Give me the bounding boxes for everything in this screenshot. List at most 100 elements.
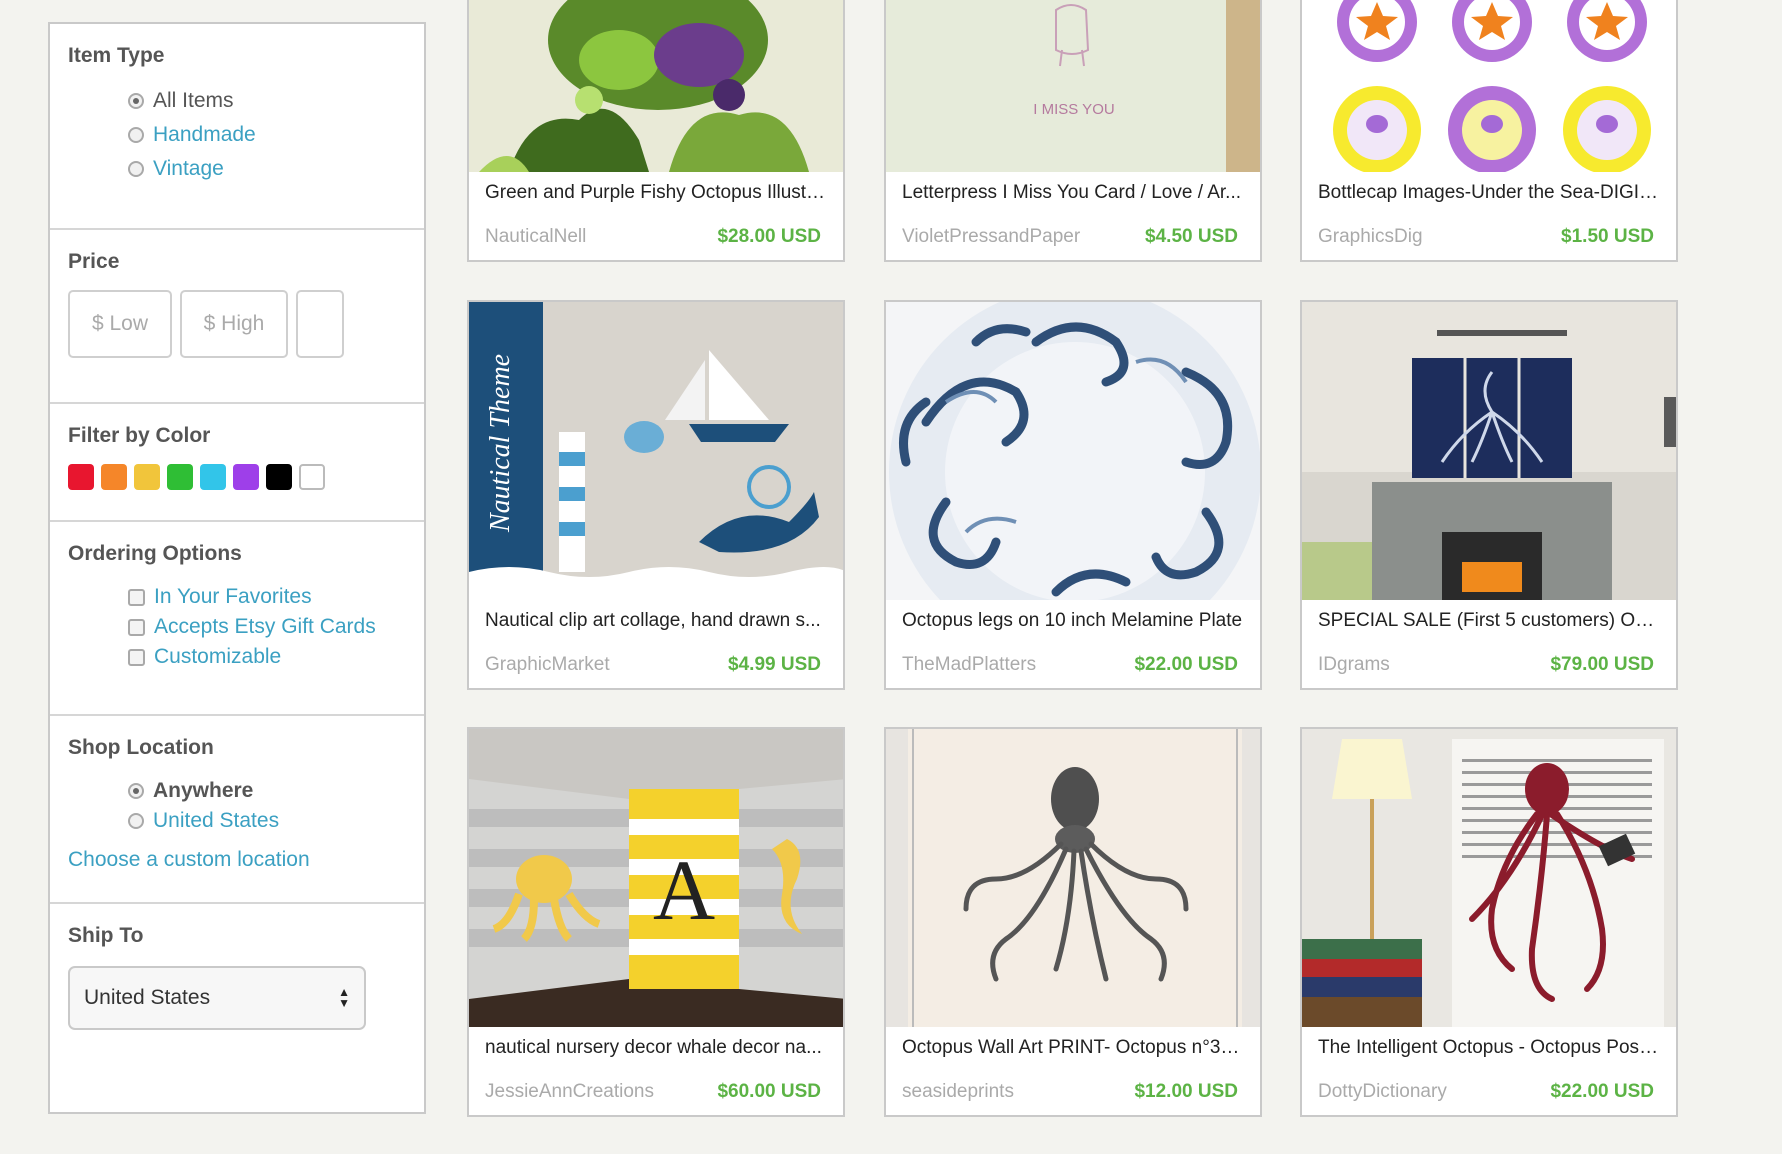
item-type-title: Item Type <box>68 44 165 67</box>
filter-sidebar: Item Type All Items Handmade Vintage Pri… <box>48 22 426 1114</box>
ordering-section: Ordering Options In Your Favorites Accep… <box>50 522 424 716</box>
checkbox[interactable] <box>128 618 145 636</box>
listing-title[interactable]: Octopus legs on 10 inch Melamine Plate <box>886 600 1260 642</box>
color-swatch[interactable] <box>299 464 325 490</box>
location-us-option[interactable]: United States <box>128 806 406 836</box>
option-label[interactable]: Accepts Etsy Gift Cards <box>154 615 376 639</box>
listing-image[interactable] <box>1302 729 1676 1027</box>
shop-name[interactable]: IDgrams <box>1318 642 1390 688</box>
listing-image[interactable]: Nautical Theme <box>469 302 843 600</box>
ship-to-select[interactable]: United States ▲ ▼ <box>68 966 366 1030</box>
listing-image[interactable]: I MISS YOU <box>886 0 1260 172</box>
listing-title[interactable]: Green and Purple Fishy Octopus Illustr..… <box>469 172 843 214</box>
radio-button[interactable] <box>128 93 144 109</box>
listing-card[interactable]: Green and Purple Fishy Octopus Illustr..… <box>467 0 845 262</box>
color-swatch[interactable] <box>200 464 226 490</box>
shop-name[interactable]: JessieAnnCreations <box>485 1069 654 1115</box>
card-image-text: A <box>653 842 715 938</box>
shop-name[interactable]: seasideprints <box>902 1069 1014 1115</box>
listing-title[interactable]: SPECIAL SALE (First 5 customers) Oct... <box>1302 600 1676 642</box>
listing-card[interactable]: I MISS YOU Letterpress I Miss You Card /… <box>884 0 1262 262</box>
listing-card[interactable]: Nautical Theme Nautical clip art collage… <box>467 300 845 690</box>
radio-button[interactable] <box>128 161 144 177</box>
price-title: Price <box>68 250 120 273</box>
listing-price: $1.50 USD <box>1561 226 1654 247</box>
shop-location-section: Shop Location Anywhere United States Cho… <box>50 716 424 904</box>
listing-price: $22.00 USD <box>1134 654 1238 675</box>
color-swatch[interactable] <box>101 464 127 490</box>
option-label: All Items <box>153 89 234 112</box>
listing-image[interactable] <box>886 302 1260 600</box>
listing-image[interactable] <box>1302 0 1676 172</box>
option-label: Anywhere <box>153 779 254 802</box>
ship-to-title: Ship To <box>68 924 144 947</box>
listing-title[interactable]: Bottlecap Images-Under the Sea-DIGIT... <box>1302 172 1676 214</box>
listing-price: $28.00 USD <box>717 226 821 247</box>
item-type-handmade-option[interactable]: Handmade <box>128 118 406 152</box>
price-section: Price $ Low $ High <box>50 230 424 404</box>
listing-title[interactable]: Octopus Wall Art PRINT- Octopus n°32... <box>886 1027 1260 1069</box>
shop-name[interactable]: DottyDictionary <box>1318 1069 1447 1115</box>
listing-price: $60.00 USD <box>717 1081 821 1102</box>
color-swatch[interactable] <box>167 464 193 490</box>
shop-name[interactable]: GraphicsDig <box>1318 214 1423 260</box>
listing-price: $12.00 USD <box>1134 1081 1238 1102</box>
listing-card[interactable]: SPECIAL SALE (First 5 customers) Oct... … <box>1300 300 1678 690</box>
favorites-option[interactable]: In Your Favorites <box>128 582 406 612</box>
price-go-button[interactable] <box>296 290 344 358</box>
listing-image[interactable]: A <box>469 729 843 1027</box>
listing-card[interactable]: Octopus Wall Art PRINT- Octopus n°32... … <box>884 727 1262 1117</box>
ship-to-value: United States <box>84 986 211 1009</box>
shop-name[interactable]: VioletPressandPaper <box>902 214 1080 260</box>
gift-cards-option[interactable]: Accepts Etsy Gift Cards <box>128 612 406 642</box>
location-anywhere-option[interactable]: Anywhere <box>128 776 406 806</box>
checkbox[interactable] <box>128 648 145 666</box>
listing-title[interactable]: nautical nursery decor whale decor na... <box>469 1027 843 1069</box>
customizable-option[interactable]: Customizable <box>128 642 406 672</box>
option-label[interactable]: Handmade <box>153 123 256 147</box>
shop-location-title: Shop Location <box>68 736 214 759</box>
option-label[interactable]: Vintage <box>153 157 224 181</box>
item-type-vintage-option[interactable]: Vintage <box>128 152 406 186</box>
shop-name[interactable]: GraphicMarket <box>485 642 610 688</box>
option-label[interactable]: Customizable <box>154 645 281 669</box>
listing-price: $79.00 USD <box>1550 654 1654 675</box>
listing-image[interactable] <box>469 0 843 172</box>
listing-title[interactable]: The Intelligent Octopus - Octopus Post..… <box>1302 1027 1676 1069</box>
listing-price: $4.99 USD <box>728 654 821 675</box>
item-type-section: Item Type All Items Handmade Vintage <box>50 24 424 230</box>
color-swatch[interactable] <box>134 464 160 490</box>
shop-name[interactable]: TheMadPlatters <box>902 642 1036 688</box>
item-type-all-option[interactable]: All Items <box>128 84 406 118</box>
price-high-input[interactable]: $ High <box>180 290 288 358</box>
listing-price: $22.00 USD <box>1550 1081 1654 1102</box>
price-low-input[interactable]: $ Low <box>68 290 172 358</box>
listing-title[interactable]: Letterpress I Miss You Card / Love / Ar.… <box>886 172 1260 214</box>
radio-button[interactable] <box>128 127 144 143</box>
option-label[interactable]: United States <box>153 809 279 833</box>
listing-image[interactable] <box>886 729 1260 1027</box>
listing-price: $4.50 USD <box>1145 226 1238 247</box>
card-image-text: Nautical Theme <box>485 354 516 533</box>
color-swatch[interactable] <box>233 464 259 490</box>
listing-title[interactable]: Nautical clip art collage, hand drawn s.… <box>469 600 843 642</box>
radio-button[interactable] <box>128 813 144 829</box>
card-image-text: I MISS YOU <box>1033 101 1114 118</box>
custom-location-link[interactable]: Choose a custom location <box>68 848 406 872</box>
color-swatch[interactable] <box>266 464 292 490</box>
color-filter-section: Filter by Color <box>50 404 424 522</box>
ship-to-section: Ship To United States ▲ ▼ <box>50 904 424 1112</box>
listing-card[interactable]: Octopus legs on 10 inch Melamine Plate T… <box>884 300 1262 690</box>
ordering-title: Ordering Options <box>68 542 242 565</box>
listing-card[interactable]: The Intelligent Octopus - Octopus Post..… <box>1300 727 1678 1117</box>
radio-button[interactable] <box>128 783 144 799</box>
color-swatch[interactable] <box>68 464 94 490</box>
select-arrows-icon: ▲ ▼ <box>338 985 350 1010</box>
color-filter-title: Filter by Color <box>68 424 211 447</box>
shop-name[interactable]: NauticalNell <box>485 214 586 260</box>
option-label[interactable]: In Your Favorites <box>154 585 312 609</box>
listing-image[interactable] <box>1302 302 1676 600</box>
listing-card[interactable]: Bottlecap Images-Under the Sea-DIGIT... … <box>1300 0 1678 262</box>
listing-card[interactable]: A nautical nursery decor whale decor na.… <box>467 727 845 1117</box>
checkbox[interactable] <box>128 588 145 606</box>
